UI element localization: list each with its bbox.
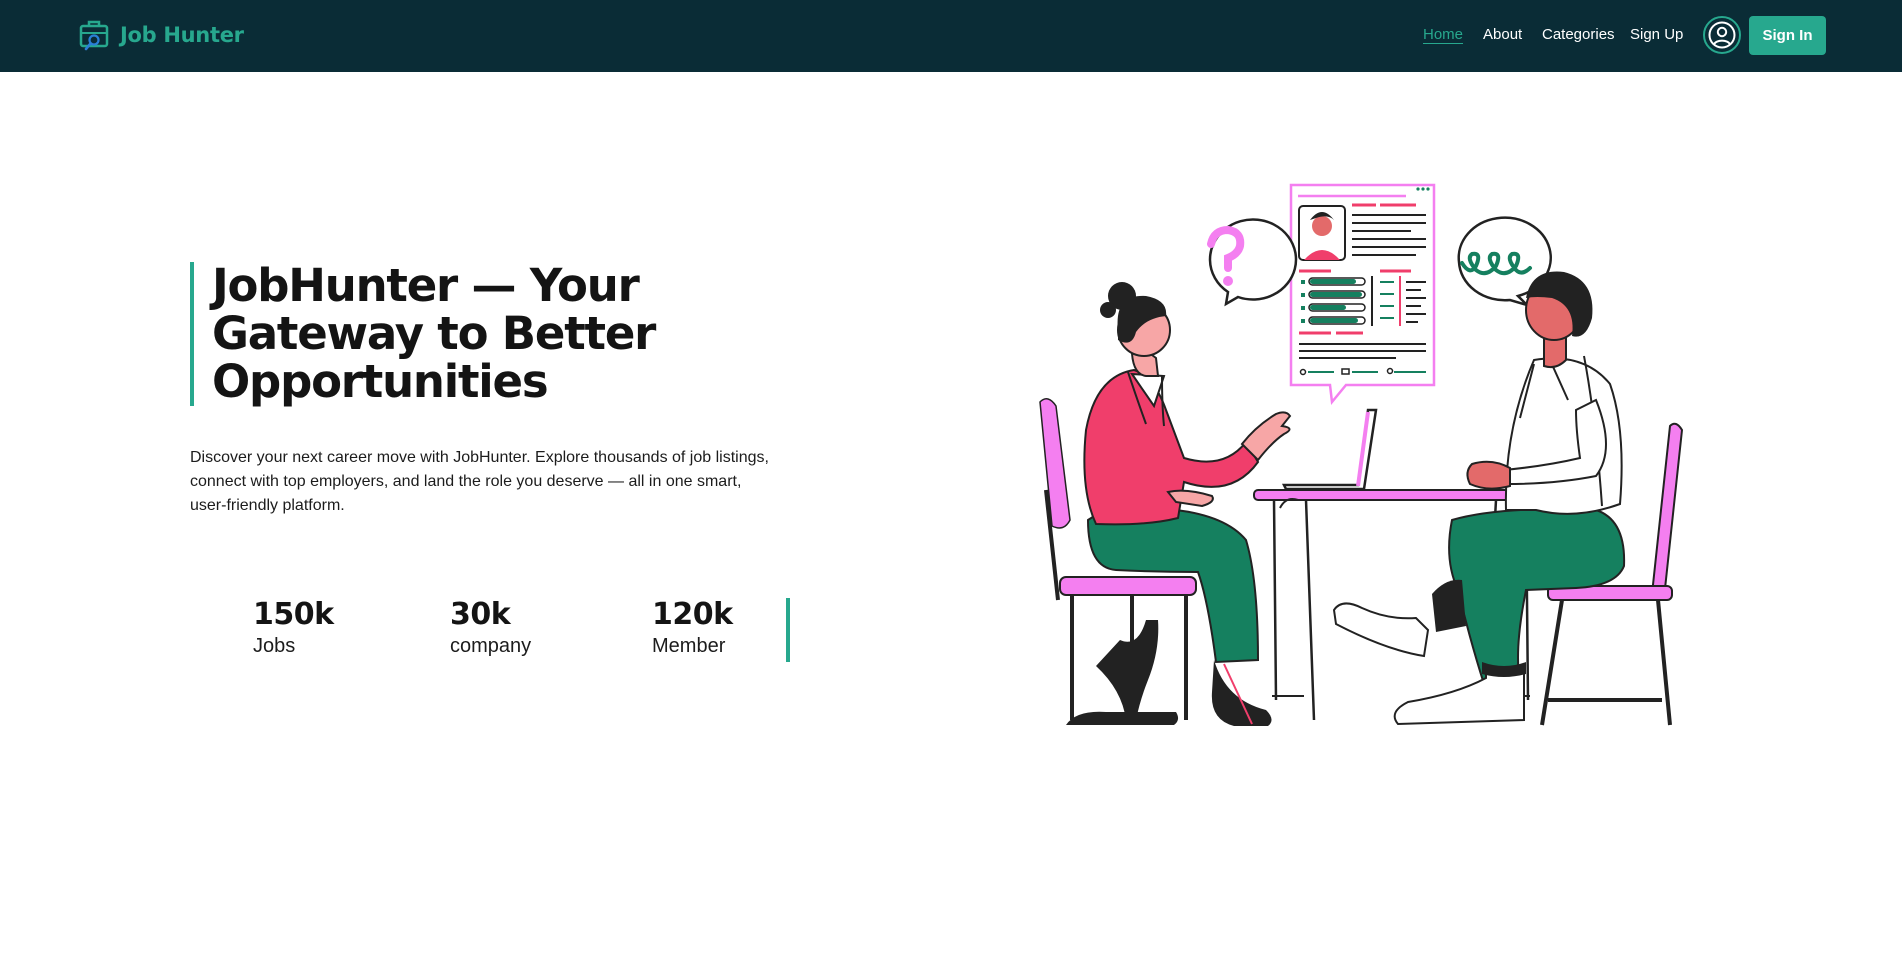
stats-accent-bar (786, 598, 790, 662)
nav-about[interactable]: About (1483, 26, 1522, 43)
stats-row: 150k Jobs 30k company 120k Member (190, 598, 790, 662)
sign-in-button[interactable]: Sign In (1749, 16, 1826, 55)
resume-card (1289, 183, 1436, 406)
stat-value: 150k (253, 597, 334, 632)
question-bubble (1207, 218, 1298, 307)
hero-title-block: JobHunter — Your Gateway to Better Oppor… (190, 262, 682, 406)
stat-label: Member (652, 635, 726, 657)
nav-sign-up[interactable]: Sign Up (1630, 26, 1683, 43)
nav-home[interactable]: Home (1423, 26, 1463, 43)
stat-jobs: 150k Jobs (253, 598, 334, 660)
stat-value: 120k (652, 597, 733, 632)
user-account-button[interactable] (1703, 16, 1741, 54)
stat-label: company (450, 635, 532, 657)
job-interview-illustration (1039, 183, 1684, 726)
nav-categories[interactable]: Categories (1542, 26, 1615, 43)
hero-title: JobHunter — Your Gateway to Better Oppor… (212, 259, 656, 408)
top-navbar: Job Hunter Home About Categories Sign Up… (0, 0, 1902, 72)
stat-member: 120k Member (652, 598, 733, 660)
stat-label: Jobs (253, 635, 296, 657)
user-circle-icon (1708, 21, 1736, 49)
main-nav: Home About Categories Sign Up (0, 26, 1902, 46)
stat-company: 30k company (450, 598, 531, 660)
stat-value: 30k (450, 597, 511, 632)
hero-description: Discover your next career move with JobH… (190, 449, 769, 514)
